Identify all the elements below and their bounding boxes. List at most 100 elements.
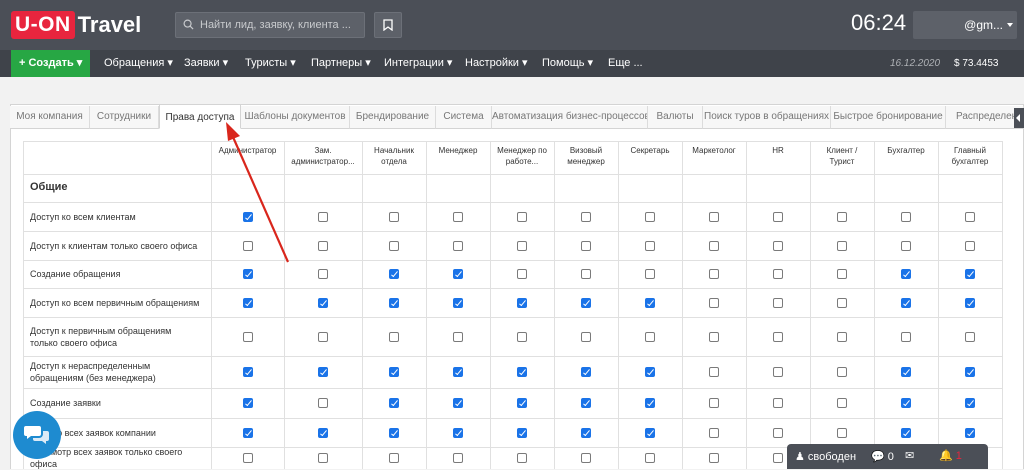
permission-checkbox[interactable] (837, 240, 847, 251)
tab-tour-search[interactable]: Поиск туров в обращениях (703, 106, 831, 129)
permission-checkbox[interactable] (901, 211, 911, 222)
logo[interactable]: U-ON Travel (11, 11, 141, 39)
permission-checkbox[interactable] (242, 331, 253, 342)
nav-item-partners[interactable]: Партнеры ▾ (311, 50, 371, 77)
permission-checkbox[interactable] (242, 297, 253, 308)
permission-checkbox[interactable] (773, 297, 783, 308)
permission-checkbox[interactable] (773, 453, 783, 463)
permission-checkbox[interactable] (581, 240, 591, 251)
search-input[interactable]: Найти лид, заявку, клиента ... (175, 12, 365, 38)
permission-checkbox[interactable] (773, 211, 783, 222)
permission-checkbox[interactable] (389, 269, 399, 279)
permission-checkbox[interactable] (709, 211, 719, 222)
permission-checkbox[interactable] (965, 398, 975, 408)
permission-checkbox[interactable] (318, 297, 328, 308)
permission-checkbox[interactable] (581, 211, 591, 222)
permission-checkbox[interactable] (709, 427, 719, 438)
nav-item-settings[interactable]: Настройки ▾ (465, 50, 528, 77)
nav-item-more[interactable]: Еще ... (608, 50, 643, 77)
nav-item-integrations[interactable]: Интеграции ▾ (384, 50, 452, 77)
permission-checkbox[interactable] (517, 367, 527, 377)
permission-checkbox[interactable] (965, 297, 975, 308)
permission-checkbox[interactable] (965, 427, 975, 438)
permission-checkbox[interactable] (389, 297, 399, 308)
permission-checkbox[interactable] (837, 269, 847, 279)
permission-checkbox[interactable] (318, 453, 328, 463)
permission-checkbox[interactable] (901, 367, 911, 377)
permission-checkbox[interactable] (581, 367, 591, 377)
permission-checkbox[interactable] (453, 269, 463, 279)
permission-checkbox[interactable] (837, 367, 847, 377)
tab-quick-booking[interactable]: Быстрое бронирование (831, 106, 946, 129)
permission-checkbox[interactable] (645, 269, 655, 279)
permission-checkbox[interactable] (965, 269, 975, 279)
permission-checkbox[interactable] (242, 453, 253, 463)
permission-checkbox[interactable] (517, 331, 527, 342)
permission-checkbox[interactable] (318, 211, 328, 222)
permission-checkbox[interactable] (453, 297, 463, 308)
permission-checkbox[interactable] (517, 453, 527, 463)
bookmark-button[interactable] (374, 12, 402, 38)
permission-checkbox[interactable] (389, 427, 399, 438)
permission-checkbox[interactable] (709, 331, 719, 342)
permission-checkbox[interactable] (318, 240, 328, 251)
permission-checkbox[interactable] (645, 331, 655, 342)
permission-checkbox[interactable] (645, 211, 655, 222)
permission-checkbox[interactable] (453, 398, 463, 408)
permission-checkbox[interactable] (581, 453, 591, 463)
tab-distribution[interactable]: Распределение (946, 106, 1024, 129)
tab-access-rights[interactable]: Права доступа (159, 104, 241, 129)
tab-document-templates[interactable]: Шаблоны документов (241, 106, 350, 129)
permission-checkbox[interactable] (453, 211, 463, 222)
permission-checkbox[interactable] (645, 367, 655, 377)
permission-checkbox[interactable] (389, 398, 399, 408)
create-button[interactable]: + Создать ▾ (11, 50, 90, 77)
permission-checkbox[interactable] (242, 211, 253, 222)
permission-checkbox[interactable] (318, 398, 328, 408)
permission-checkbox[interactable] (773, 269, 783, 279)
permission-checkbox[interactable] (517, 427, 527, 438)
permission-checkbox[interactable] (965, 211, 975, 222)
permission-checkbox[interactable] (242, 269, 253, 279)
permission-checkbox[interactable] (901, 240, 911, 251)
permission-checkbox[interactable] (901, 297, 911, 308)
permission-checkbox[interactable] (709, 367, 719, 377)
permission-checkbox[interactable] (901, 398, 911, 408)
nav-item-help[interactable]: Помощь ▾ (542, 50, 593, 77)
permission-checkbox[interactable] (901, 331, 911, 342)
permission-checkbox[interactable] (453, 331, 463, 342)
permission-checkbox[interactable] (901, 269, 911, 279)
permission-checkbox[interactable] (318, 269, 328, 279)
permission-checkbox[interactable] (242, 427, 253, 438)
nav-item-requests[interactable]: Обращения ▾ (104, 50, 173, 77)
permission-checkbox[interactable] (837, 331, 847, 342)
tab-currencies[interactable]: Валюты (648, 106, 703, 129)
permission-checkbox[interactable] (517, 269, 527, 279)
permission-checkbox[interactable] (389, 240, 399, 251)
permission-checkbox[interactable] (965, 367, 975, 377)
permission-checkbox[interactable] (773, 367, 783, 377)
permission-checkbox[interactable] (709, 398, 719, 408)
permission-checkbox[interactable] (242, 367, 253, 377)
tab-branding[interactable]: Брендирование (350, 106, 436, 129)
permission-checkbox[interactable] (901, 427, 911, 438)
permission-checkbox[interactable] (453, 240, 463, 251)
permission-checkbox[interactable] (389, 211, 399, 222)
permission-checkbox[interactable] (318, 331, 328, 342)
permission-checkbox[interactable] (837, 398, 847, 408)
permission-checkbox[interactable] (709, 453, 719, 463)
status-toggle[interactable]: ♟ свободен (795, 450, 856, 463)
permission-checkbox[interactable] (242, 398, 253, 408)
permission-checkbox[interactable] (453, 367, 463, 377)
nav-item-tourists[interactable]: Туристы ▾ (245, 50, 296, 77)
permission-checkbox[interactable] (645, 427, 655, 438)
nav-item-orders[interactable]: Заявки ▾ (184, 50, 228, 77)
permission-checkbox[interactable] (773, 240, 783, 251)
permission-checkbox[interactable] (709, 269, 719, 279)
permission-checkbox[interactable] (242, 240, 253, 251)
tabs-scroll-button[interactable] (1014, 108, 1024, 128)
tab-system[interactable]: Система (436, 106, 492, 129)
permission-checkbox[interactable] (517, 211, 527, 222)
permission-checkbox[interactable] (389, 331, 399, 342)
permission-checkbox[interactable] (581, 269, 591, 279)
